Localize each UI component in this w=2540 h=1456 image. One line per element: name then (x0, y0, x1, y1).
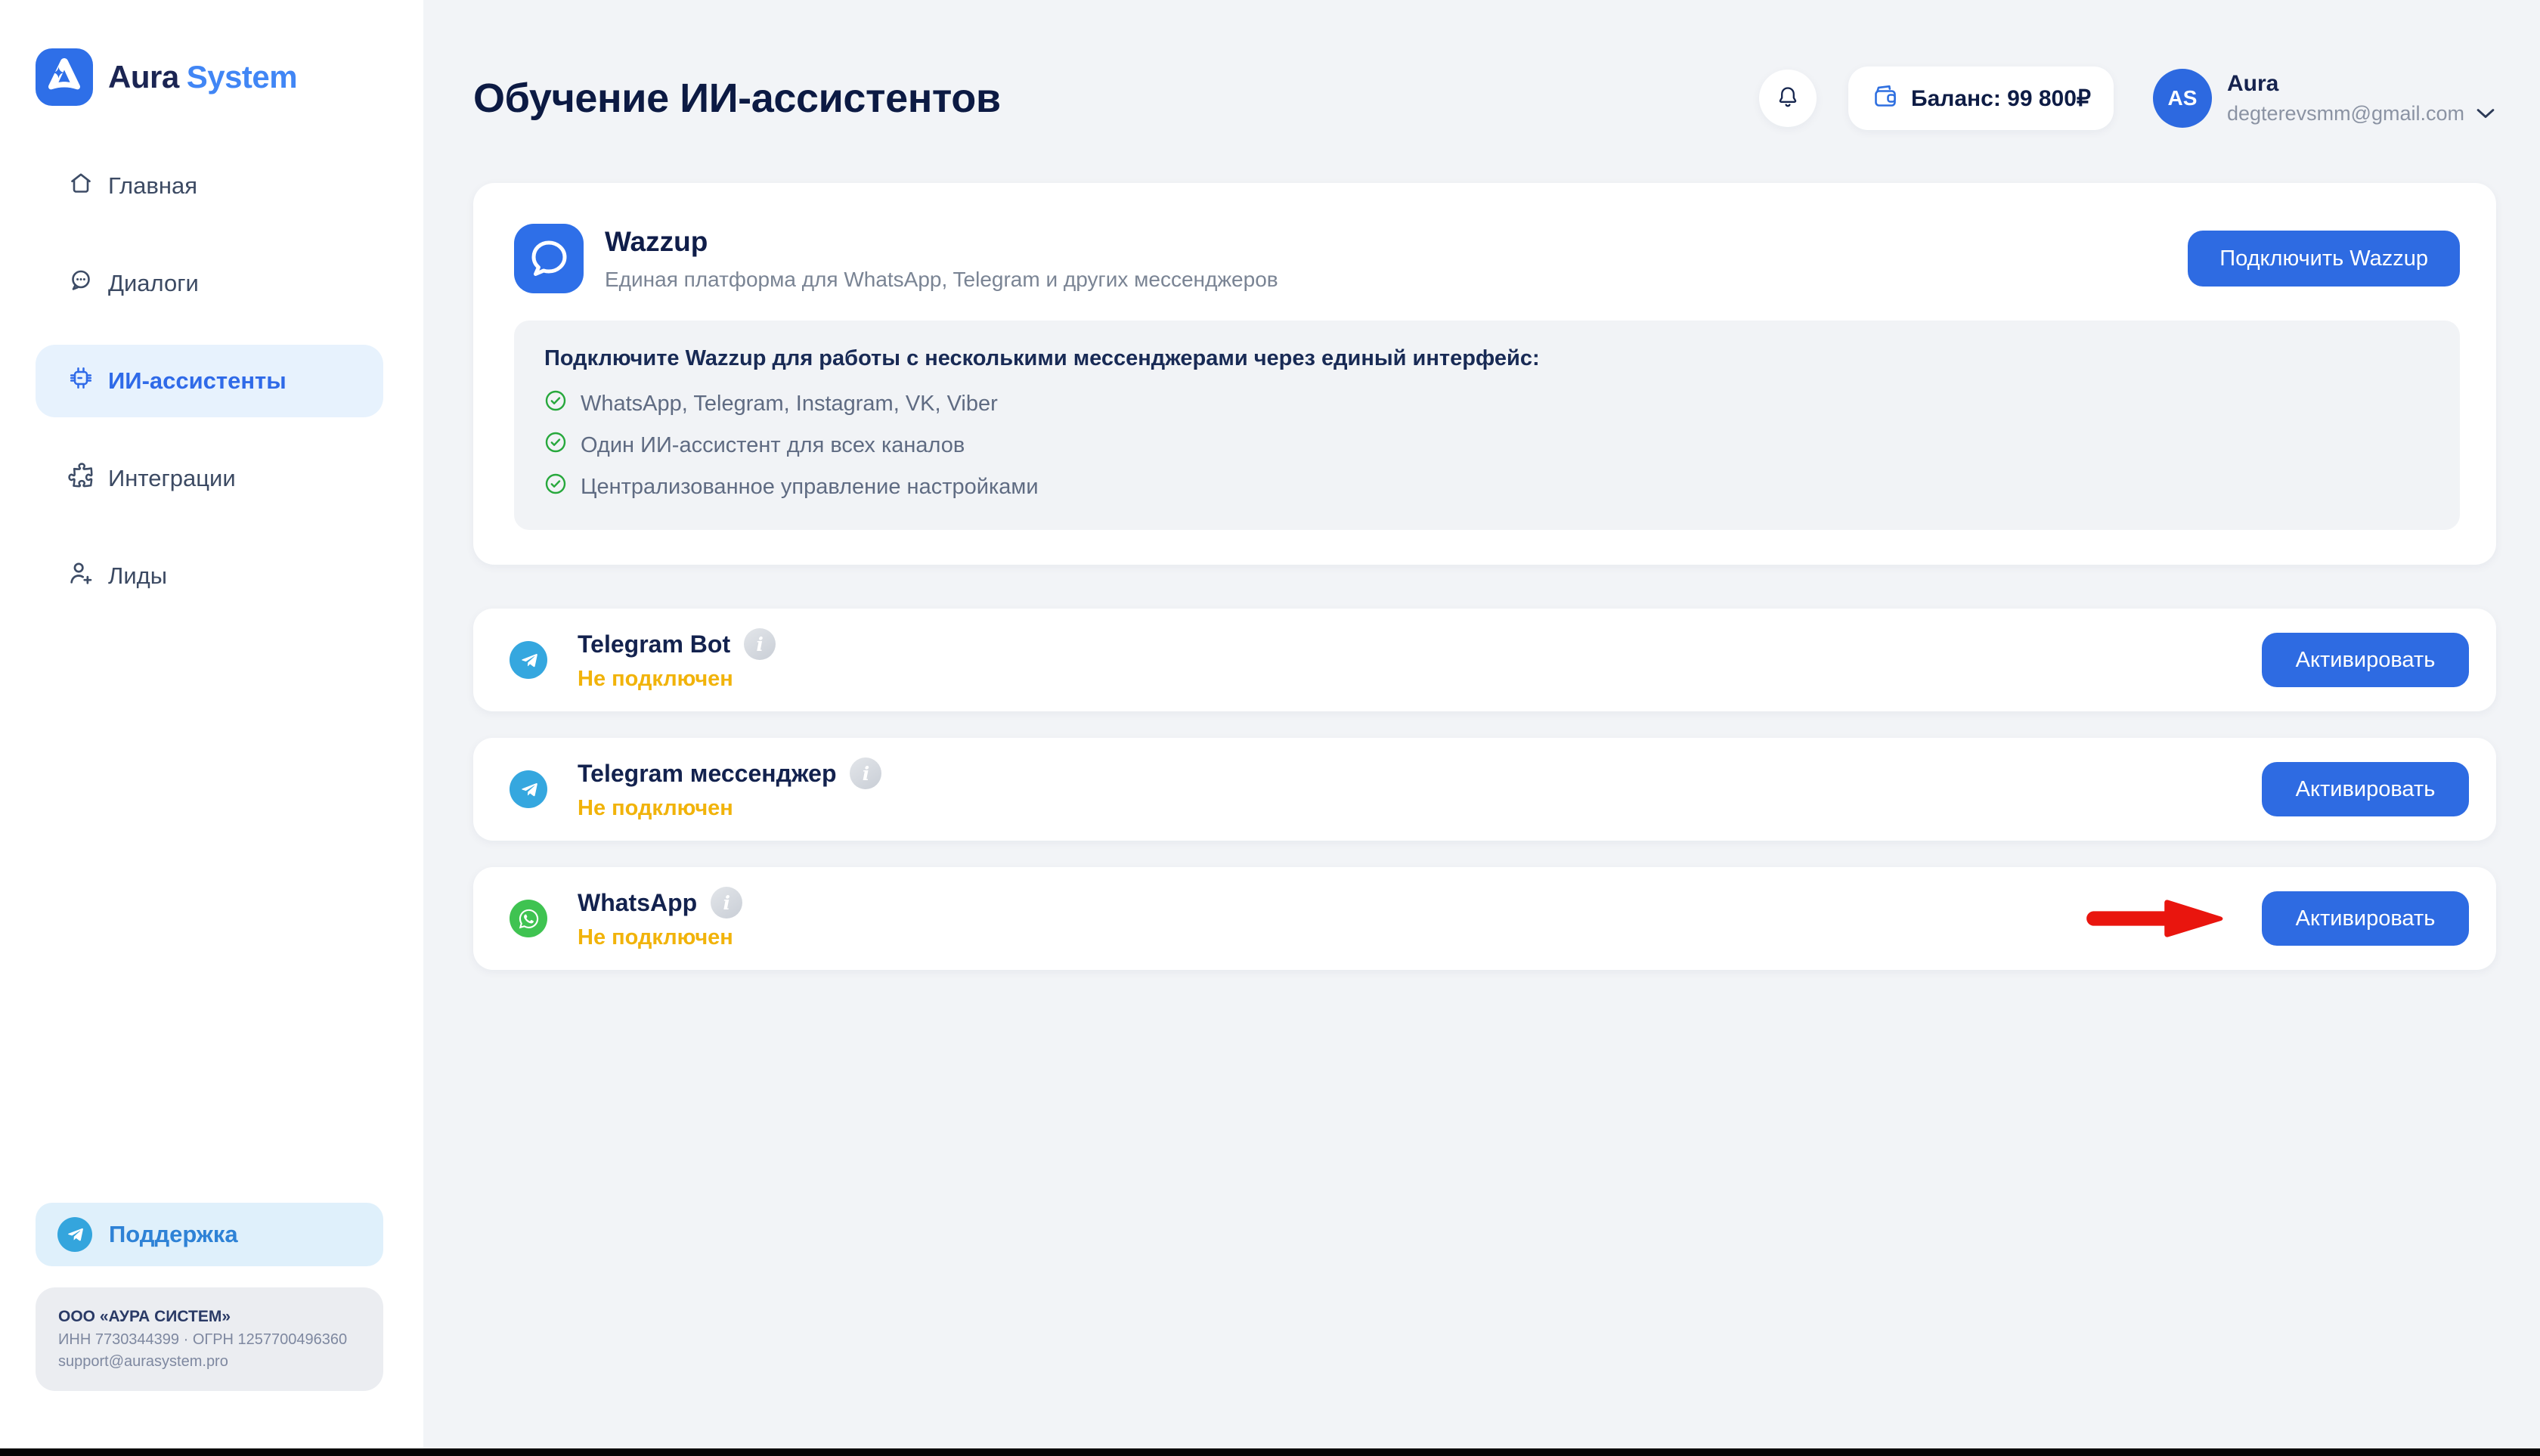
user-email: degterevsmm@gmail.com (2227, 102, 2464, 125)
sidebar-item-integrations[interactable]: Интеграции (36, 442, 383, 515)
app-window: AuraSystem Главная Диалоги (0, 0, 2540, 1456)
info-icon[interactable]: i (850, 757, 881, 789)
channel-status: Не подключен (578, 925, 742, 950)
brand-logo[interactable]: AuraSystem (36, 48, 383, 106)
check-circle-icon (544, 389, 567, 418)
sidebar: AuraSystem Главная Диалоги (0, 0, 423, 1456)
channel-text: Telegram мессенджер i Не подключен (578, 757, 881, 821)
channel-status: Не подключен (578, 667, 776, 692)
company-registration: ИНН 7730344399 · ОГРН 1257700496360 (58, 1329, 361, 1351)
sidebar-spacer (36, 612, 383, 1203)
page-title: Обучение ИИ-ассистентов (473, 75, 1001, 122)
channel-name: Telegram мессенджер (578, 760, 836, 788)
company-name: ООО «АУРА СИСТЕМ» (58, 1306, 361, 1327)
activate-telegram-messenger-button[interactable]: Активировать (2262, 762, 2469, 816)
telegram-support-icon (57, 1217, 92, 1252)
sidebar-item-label: Главная (108, 172, 197, 200)
channel-status: Не подключен (578, 796, 881, 821)
whatsapp-icon (510, 900, 547, 937)
channel-name: Telegram Bot (578, 630, 730, 658)
sidebar-item-home[interactable]: Главная (36, 150, 383, 222)
channel-row-whatsapp: WhatsApp i Не подключен Активировать (473, 867, 2496, 970)
brand-name-primary: Aura (108, 59, 179, 94)
header-right-cluster: Баланс: 99 800₽ AS Aura degterevsmm@gmai… (1759, 67, 2496, 130)
check-circle-icon (544, 431, 567, 460)
channel-name: WhatsApp (578, 889, 697, 917)
feature-item: Централизованное управление настройками (544, 472, 2430, 501)
wazzup-features: WhatsApp, Telegram, Instagram, VK, Viber… (544, 389, 2430, 501)
wazzup-icon (514, 224, 584, 293)
telegram-icon (510, 770, 547, 808)
feature-item: WhatsApp, Telegram, Instagram, VK, Viber (544, 389, 2430, 418)
user-block: Aura degterevsmm@gmail.com (2227, 71, 2496, 125)
feature-label: WhatsApp, Telegram, Instagram, VK, Viber (581, 392, 998, 417)
chat-bubble-icon (67, 266, 95, 301)
check-circle-icon (544, 472, 567, 501)
avatar-initials: AS (2168, 86, 2198, 110)
sidebar-nav: Главная Диалоги (36, 150, 383, 612)
wazzup-info-box: Подключите Wazzup для работы с нескольки… (514, 321, 2460, 530)
brand-name: AuraSystem (108, 59, 297, 95)
aura-logo-icon (36, 48, 93, 106)
info-icon[interactable]: i (744, 628, 776, 660)
sidebar-item-label: ИИ-ассистенты (108, 367, 287, 395)
wazzup-titles: Wazzup Единая платформа для WhatsApp, Te… (605, 226, 1278, 292)
activate-telegram-bot-button[interactable]: Активировать (2262, 633, 2469, 687)
sidebar-item-leads[interactable]: Лиды (36, 540, 383, 612)
info-icon[interactable]: i (711, 887, 742, 919)
sidebar-item-label: Интеграции (108, 465, 236, 492)
notifications-button[interactable] (1759, 70, 1817, 127)
sidebar-item-ai-assistants[interactable]: ИИ-ассистенты (36, 345, 383, 417)
chevron-down-icon[interactable] (2475, 107, 2496, 121)
person-plus-icon (67, 559, 95, 593)
wallet-icon (1871, 82, 1900, 115)
sidebar-item-dialogs[interactable]: Диалоги (36, 247, 383, 320)
puzzle-icon (67, 461, 95, 496)
wazzup-subtitle: Единая платформа для WhatsApp, Telegram … (605, 268, 1278, 292)
company-email: support@aurasystem.pro (58, 1351, 361, 1373)
bottom-bar (0, 1448, 2540, 1456)
channel-row-telegram-messenger: Telegram мессенджер i Не подключен Актив… (473, 738, 2496, 841)
home-icon (67, 169, 95, 203)
highlight-arrow-icon (2083, 896, 2233, 941)
feature-label: Централизованное управление настройками (581, 475, 1039, 500)
wazzup-card-header: Wazzup Единая платформа для WhatsApp, Te… (514, 224, 2460, 293)
wazzup-title: Wazzup (605, 226, 1278, 258)
sidebar-item-label: Лиды (108, 562, 167, 590)
channel-text: WhatsApp i Не подключен (578, 887, 742, 950)
wazzup-card: Wazzup Единая платформа для WhatsApp, Te… (473, 183, 2496, 565)
support-button[interactable]: Поддержка (36, 1203, 383, 1266)
feature-item: Один ИИ-ассистент для всех каналов (544, 431, 2430, 460)
brand-name-secondary: System (187, 59, 297, 94)
bell-icon (1775, 84, 1801, 113)
activate-whatsapp-button[interactable]: Активировать (2262, 891, 2469, 946)
connect-wazzup-button[interactable]: Подключить Wazzup (2188, 231, 2460, 287)
user-name: Aura (2227, 71, 2496, 97)
chip-icon (67, 364, 95, 398)
telegram-icon (510, 641, 547, 679)
wazzup-info-heading: Подключите Wazzup для работы с нескольки… (544, 346, 2430, 371)
page-header: Обучение ИИ-ассистентов (473, 67, 2496, 130)
sidebar-item-label: Диалоги (108, 270, 199, 297)
balance-label: Баланс: 99 800₽ (1911, 85, 2091, 112)
main-content: Обучение ИИ-ассистентов (423, 0, 2540, 1456)
avatar[interactable]: AS (2153, 69, 2212, 128)
channel-text: Telegram Bot i Не подключен (578, 628, 776, 692)
support-label: Поддержка (109, 1221, 238, 1248)
channel-row-telegram-bot: Telegram Bot i Не подключен Активировать (473, 609, 2496, 711)
company-info-card: ООО «АУРА СИСТЕМ» ИНН 7730344399 · ОГРН … (36, 1287, 383, 1391)
feature-label: Один ИИ-ассистент для всех каналов (581, 433, 965, 458)
balance-pill[interactable]: Баланс: 99 800₽ (1848, 67, 2114, 130)
